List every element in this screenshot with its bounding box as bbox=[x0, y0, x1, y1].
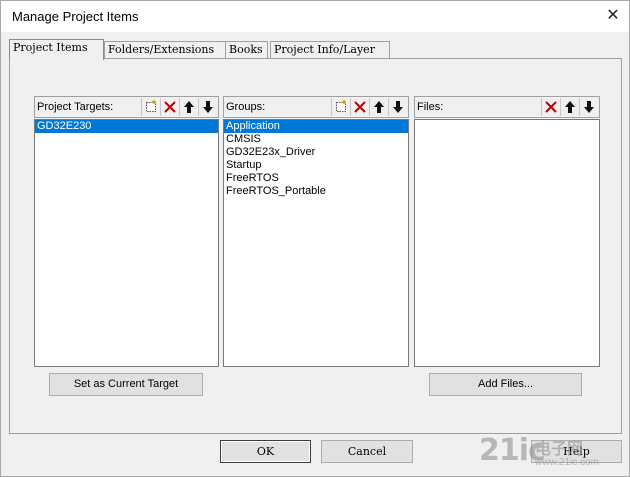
targets-label: Project Targets: bbox=[37, 101, 114, 113]
files-header: Files: bbox=[414, 96, 600, 118]
set-as-current-target-button[interactable]: Set as Current Target bbox=[49, 373, 203, 396]
ok-button[interactable]: OK bbox=[220, 440, 311, 463]
watermark-url: www.21ic.com bbox=[535, 457, 599, 468]
new-item-icon bbox=[146, 100, 156, 112]
move-group-down-button[interactable] bbox=[388, 98, 407, 116]
new-group-button[interactable] bbox=[331, 98, 350, 116]
new-item-icon bbox=[336, 100, 346, 112]
targets-header: Project Targets: bbox=[34, 96, 219, 118]
tab-project-info-layer[interactable]: Project Info/Layer bbox=[270, 41, 390, 59]
tab-books[interactable]: Books bbox=[225, 41, 268, 59]
move-down-icon bbox=[203, 101, 213, 113]
delete-icon bbox=[545, 101, 557, 113]
move-down-icon bbox=[584, 101, 594, 113]
project-items-panel: Project Targets: GD32E230 Groups: Applic… bbox=[9, 58, 622, 434]
watermark-logo: 21ic 电子网 www.21ic.com bbox=[479, 433, 629, 477]
delete-group-button[interactable] bbox=[350, 98, 369, 116]
tab-folders-extensions[interactable]: Folders/Extensions bbox=[104, 41, 226, 59]
move-file-down-button[interactable] bbox=[579, 98, 598, 116]
list-item[interactable]: Startup bbox=[224, 159, 408, 172]
files-list[interactable] bbox=[414, 119, 600, 367]
watermark-cn: 电子网 bbox=[535, 441, 584, 458]
list-item[interactable]: Application bbox=[224, 120, 408, 133]
move-target-down-button[interactable] bbox=[198, 98, 217, 116]
targets-list[interactable]: GD32E230 bbox=[34, 119, 219, 367]
move-up-icon bbox=[565, 101, 575, 113]
groups-label: Groups: bbox=[226, 101, 266, 113]
move-down-icon bbox=[393, 101, 403, 113]
list-item[interactable]: CMSIS bbox=[224, 133, 408, 146]
list-item[interactable]: GD32E230 bbox=[35, 120, 218, 133]
groups-list[interactable]: Application CMSIS GD32E23x_Driver Startu… bbox=[223, 119, 409, 367]
move-file-up-button[interactable] bbox=[560, 98, 579, 116]
move-target-up-button[interactable] bbox=[179, 98, 198, 116]
new-target-button[interactable] bbox=[141, 98, 160, 116]
delete-target-button[interactable] bbox=[160, 98, 179, 116]
manage-project-items-dialog: Manage Project Items ✕ Project Items Fol… bbox=[0, 0, 630, 477]
move-up-icon bbox=[374, 101, 384, 113]
groups-toolbar bbox=[331, 98, 407, 116]
list-item[interactable]: GD32E23x_Driver bbox=[224, 146, 408, 159]
list-item[interactable]: FreeRTOS bbox=[224, 172, 408, 185]
cancel-button[interactable]: Cancel bbox=[321, 440, 413, 463]
move-up-icon bbox=[184, 101, 194, 113]
tab-project-items[interactable]: Project Items bbox=[9, 39, 104, 60]
delete-file-button[interactable] bbox=[541, 98, 560, 116]
move-group-up-button[interactable] bbox=[369, 98, 388, 116]
files-toolbar bbox=[541, 98, 598, 116]
delete-icon bbox=[164, 101, 176, 113]
window-title: Manage Project Items bbox=[12, 9, 139, 24]
list-item[interactable]: FreeRTOS_Portable bbox=[224, 185, 408, 198]
title-bar: Manage Project Items ✕ bbox=[1, 1, 629, 32]
files-label: Files: bbox=[417, 101, 444, 113]
add-files-button[interactable]: Add Files... bbox=[429, 373, 582, 396]
groups-header: Groups: bbox=[223, 96, 409, 118]
delete-icon bbox=[354, 101, 366, 113]
close-button[interactable]: ✕ bbox=[597, 1, 629, 32]
targets-toolbar bbox=[141, 98, 217, 116]
